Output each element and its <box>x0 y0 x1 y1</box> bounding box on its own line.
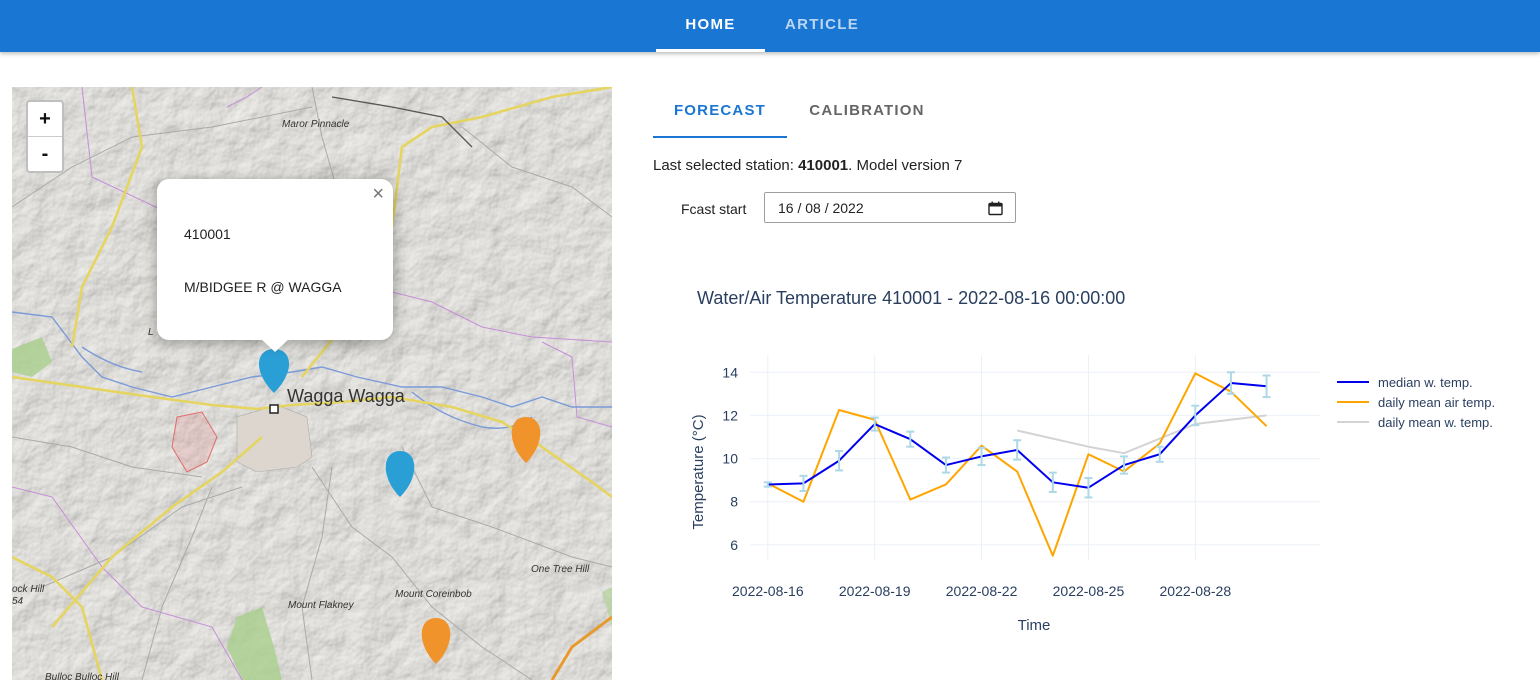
series-line-2 <box>1016 414 1267 455</box>
legend-label: median w. temp. <box>1378 375 1473 390</box>
info-suffix: . Model version 7 <box>848 157 963 174</box>
calendar-icon[interactable] <box>988 201 1003 216</box>
y-tick-label: 14 <box>722 364 738 380</box>
tab-home[interactable]: HOME <box>656 0 765 52</box>
popup-station-name: M/BIDGEE R @ WAGGA <box>184 279 342 295</box>
y-tick-label: 6 <box>730 537 738 553</box>
station-popup: × 410001 M/BIDGEE R @ WAGGA <box>157 179 393 352</box>
label-bulloc-bulloc-hill: Bulloc Bulloc Hill <box>45 672 120 680</box>
temperature-chart: Water/Air Temperature 410001 - 2022-08-1… <box>690 288 1495 634</box>
tab-article[interactable]: ARTICLE <box>769 0 875 52</box>
label-ock-hill: ock Hill <box>12 584 45 595</box>
label-mount-flakney: Mount Flakney <box>288 600 355 611</box>
x-axis-title: Time <box>1018 617 1051 634</box>
x-tick-label: 2022-08-19 <box>839 583 911 599</box>
x-tick-label: 2022-08-25 <box>1053 583 1125 599</box>
label-wagga-wagga: Wagga Wagga <box>287 386 406 406</box>
zoom-out-button[interactable]: - <box>28 136 62 171</box>
label-mount-coreinbob: Mount Coreinbob <box>395 589 472 600</box>
map-tiles: Maror Pinnacle Wagga Wagga One Tree Hill… <box>12 87 612 680</box>
y-tick-label: 12 <box>722 407 738 423</box>
date-value: 16 / 08 / 2022 <box>778 200 864 216</box>
info-prefix: Last selected station: <box>653 157 799 174</box>
x-tick-label: 2022-08-28 <box>1160 583 1232 599</box>
tab-forecast[interactable]: FORECAST <box>653 92 787 138</box>
y-tick-label: 10 <box>722 451 738 467</box>
label-one-tree-hill: One Tree Hill <box>531 564 590 575</box>
y-axis-title: Temperature (°C) <box>690 414 707 529</box>
app-bar: HOME ARTICLE <box>0 0 1540 52</box>
chart-legend: median w. temp. daily mean air temp. daily… <box>1337 375 1495 430</box>
popup-close-button[interactable]: × <box>372 183 384 206</box>
station-info: Last selected station: 410001. Model ver… <box>653 157 962 174</box>
zoom-in-button[interactable]: + <box>28 102 62 136</box>
y-tick-label: 8 <box>730 494 738 510</box>
chart-title: Water/Air Temperature 410001 - 2022-08-1… <box>697 288 1125 308</box>
legend-label: daily mean air temp. <box>1378 395 1495 410</box>
label-54: 54 <box>12 596 24 607</box>
x-tick-label: 2022-08-16 <box>732 583 804 599</box>
zoom-control: + - <box>26 100 64 173</box>
tab-calibration[interactable]: CALIBRATION <box>793 92 941 138</box>
legend-label: daily mean w. temp. <box>1378 415 1493 430</box>
x-tick-label: 2022-08-22 <box>946 583 1018 599</box>
map[interactable]: Maror Pinnacle Wagga Wagga One Tree Hill… <box>12 87 612 680</box>
series-line-1 <box>767 372 1268 557</box>
popup-tip <box>261 339 289 352</box>
label-maror-pinnacle: Maror Pinnacle <box>282 119 350 130</box>
popup-station-id: 410001 <box>184 226 231 242</box>
info-station: 410001 <box>798 157 849 174</box>
fcast-start-label: Fcast start <box>681 201 747 217</box>
label-l: L <box>148 327 154 338</box>
fcast-start-date-input[interactable]: 16 / 08 / 2022 <box>764 192 1016 223</box>
